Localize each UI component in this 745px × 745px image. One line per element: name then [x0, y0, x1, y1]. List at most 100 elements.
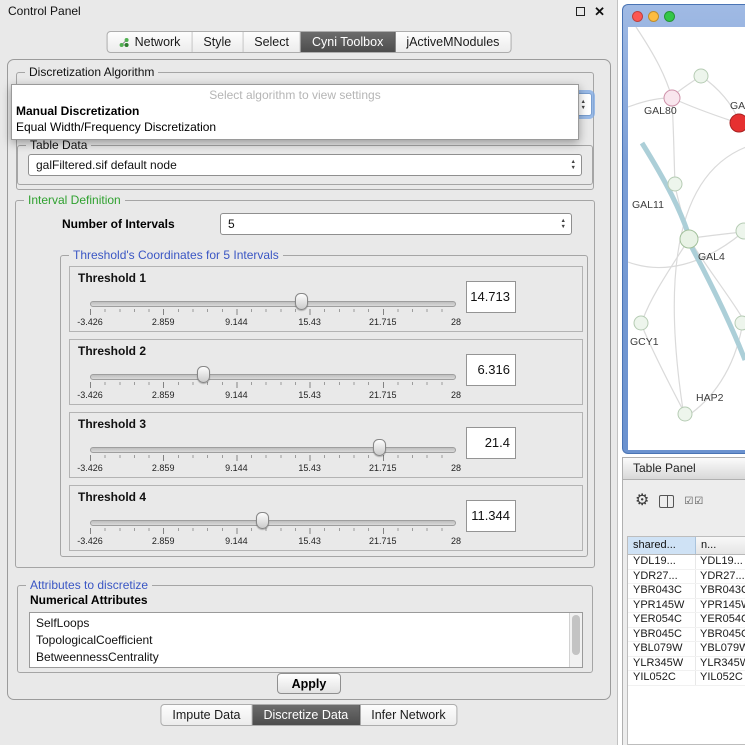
threshold-1-value-field[interactable]: 14.713	[466, 281, 516, 313]
network-node-label: GAL80	[644, 105, 677, 117]
tick-label: 28	[451, 317, 461, 327]
slider-track[interactable]	[90, 447, 456, 453]
network-node[interactable]	[664, 90, 680, 106]
number-of-intervals-combobox[interactable]: 5	[220, 213, 572, 235]
slider-track[interactable]	[90, 301, 456, 307]
gear-icon[interactable]: ⚙	[635, 493, 649, 509]
close-icon[interactable]: ✕	[594, 5, 605, 18]
cell-shared-name[interactable]: YDL19...	[628, 555, 696, 569]
slider-thumb[interactable]	[197, 366, 210, 383]
cell-name[interactable]: YPR145W	[696, 599, 745, 613]
attribute-list-item[interactable]: TopologicalCoefficient	[30, 632, 568, 649]
tab-discretize-data[interactable]: Discretize Data	[253, 705, 361, 725]
slider-thumb[interactable]	[373, 439, 386, 456]
column-header-name[interactable]: n...	[696, 537, 745, 554]
dropdown-placeholder-item[interactable]: Select algorithm to view settings	[12, 87, 578, 103]
table-row[interactable]: YBR045CYBR045C	[628, 628, 745, 643]
table-data-combobox[interactable]: galFiltered.sif default node	[28, 154, 582, 176]
close-traffic-light-icon[interactable]	[632, 11, 643, 22]
network-node-label: GCY1	[630, 336, 659, 348]
network-node-label: GAL11	[632, 199, 664, 211]
apply-button[interactable]: Apply	[277, 673, 341, 694]
threshold-3-slider[interactable]: -3.4262.8599.14415.4321.71528	[90, 413, 456, 479]
numerical-attributes-list[interactable]: SelfLoopsTopologicalCoefficientBetweenne…	[29, 612, 583, 668]
slider-thumb[interactable]	[295, 293, 308, 310]
table-row[interactable]: YLR345WYLR345W	[628, 657, 745, 672]
cell-name[interactable]: YBR045C	[696, 628, 745, 642]
tab-impute-data[interactable]: Impute Data	[161, 705, 252, 725]
cell-shared-name[interactable]: YBL079W	[628, 642, 696, 656]
table-row[interactable]: YDL19...YDL19...	[628, 555, 745, 570]
network-node[interactable]	[694, 69, 708, 83]
threshold-2-slider[interactable]: -3.4262.8599.14415.4321.71528	[90, 340, 456, 406]
table-header-row: shared... n...	[628, 537, 745, 555]
table-row[interactable]: YER054CYER054C	[628, 613, 745, 628]
tick-label: -3.426	[77, 463, 103, 473]
zoom-traffic-light-icon[interactable]	[664, 11, 675, 22]
bottom-tab-bar: Impute Data Discretize Data Infer Networ…	[160, 704, 457, 726]
network-node[interactable]	[634, 316, 648, 330]
cell-name[interactable]: YBL079W	[696, 642, 745, 656]
slider-ticks	[90, 528, 456, 534]
cell-shared-name[interactable]: YLR345W	[628, 657, 696, 671]
float-window-icon[interactable]	[576, 7, 585, 16]
network-canvas[interactable]: GAL80GAGAL11GAL4GCY1HAP2	[628, 27, 745, 450]
slider-tick-labels: -3.4262.8599.14415.4321.71528	[90, 463, 456, 474]
tab-style[interactable]: Style	[192, 32, 243, 52]
threshold-2-value-field[interactable]: 6.316	[466, 354, 516, 386]
tab-network[interactable]: Network	[108, 32, 193, 52]
cell-shared-name[interactable]: YER054C	[628, 613, 696, 627]
scrollbar[interactable]	[569, 613, 582, 667]
cell-name[interactable]: YDL19...	[696, 555, 745, 569]
threshold-1-slider[interactable]: -3.4262.8599.14415.4321.71528	[90, 267, 456, 333]
network-node[interactable]	[680, 230, 698, 248]
tick-label: 15.43	[298, 390, 321, 400]
table-row[interactable]: YBL079WYBL079W	[628, 642, 745, 657]
cell-name[interactable]: YLR345W	[696, 657, 745, 671]
column-header-shared-name[interactable]: shared...	[628, 537, 696, 554]
cell-name[interactable]: YER054C	[696, 613, 745, 627]
cell-name[interactable]: YDR27...	[696, 570, 745, 584]
table-row[interactable]: YPR145WYPR145W	[628, 599, 745, 614]
cell-shared-name[interactable]: YBR043C	[628, 584, 696, 598]
dropdown-item-manual-discretization[interactable]: Manual Discretization	[12, 103, 578, 119]
attribute-list-item[interactable]: SelfLoops	[30, 615, 568, 632]
threshold-4-slider[interactable]: -3.4262.8599.14415.4321.71528	[90, 486, 456, 552]
scrollbar-thumb[interactable]	[572, 615, 580, 655]
select-columns-icon[interactable]: ☑☑	[684, 496, 704, 507]
combo-arrows-icon	[571, 159, 576, 171]
tab-jactivemnodules[interactable]: jActiveMNodules	[395, 32, 510, 52]
tick-label: 21.715	[369, 536, 397, 546]
tick-label: -3.426	[77, 390, 103, 400]
cell-shared-name[interactable]: YIL052C	[628, 671, 696, 685]
tab-label: Select	[254, 35, 289, 49]
cell-name[interactable]: YIL052C	[696, 671, 745, 685]
attribute-list-item[interactable]: BetweennessCentrality	[30, 649, 568, 666]
network-node[interactable]	[735, 316, 745, 330]
table-row[interactable]: YDR27...YDR27...	[628, 570, 745, 585]
threshold-3-value-field[interactable]: 21.4	[466, 427, 516, 459]
tick-label: 9.144	[225, 536, 248, 546]
columns-icon[interactable]	[659, 495, 674, 508]
table-row[interactable]: YBR043CYBR043C	[628, 584, 745, 599]
cell-shared-name[interactable]: YDR27...	[628, 570, 696, 584]
dropdown-item-equal-width-frequency[interactable]: Equal Width/Frequency Discretization	[12, 119, 578, 135]
minimize-traffic-light-icon[interactable]	[648, 11, 659, 22]
table-row[interactable]: YIL052CYIL052C	[628, 671, 745, 686]
slider-track[interactable]	[90, 374, 456, 380]
cell-shared-name[interactable]: YPR145W	[628, 599, 696, 613]
table-data-group: Table Data galFiltered.sif default node	[17, 145, 593, 185]
network-node[interactable]	[730, 114, 745, 132]
network-node[interactable]	[668, 177, 682, 191]
threshold-4-value-field[interactable]: 11.344	[466, 500, 516, 532]
tick-label: 2.859	[152, 536, 175, 546]
cell-shared-name[interactable]: YBR045C	[628, 628, 696, 642]
slider-thumb[interactable]	[256, 512, 269, 529]
tick-label: 28	[451, 463, 461, 473]
tab-cyni-toolbox[interactable]: Cyni Toolbox	[301, 32, 395, 52]
slider-track[interactable]	[90, 520, 456, 526]
tab-infer-network[interactable]: Infer Network	[360, 705, 456, 725]
cell-name[interactable]: YBR043C	[696, 584, 745, 598]
network-node[interactable]	[678, 407, 692, 421]
tab-select[interactable]: Select	[243, 32, 301, 52]
